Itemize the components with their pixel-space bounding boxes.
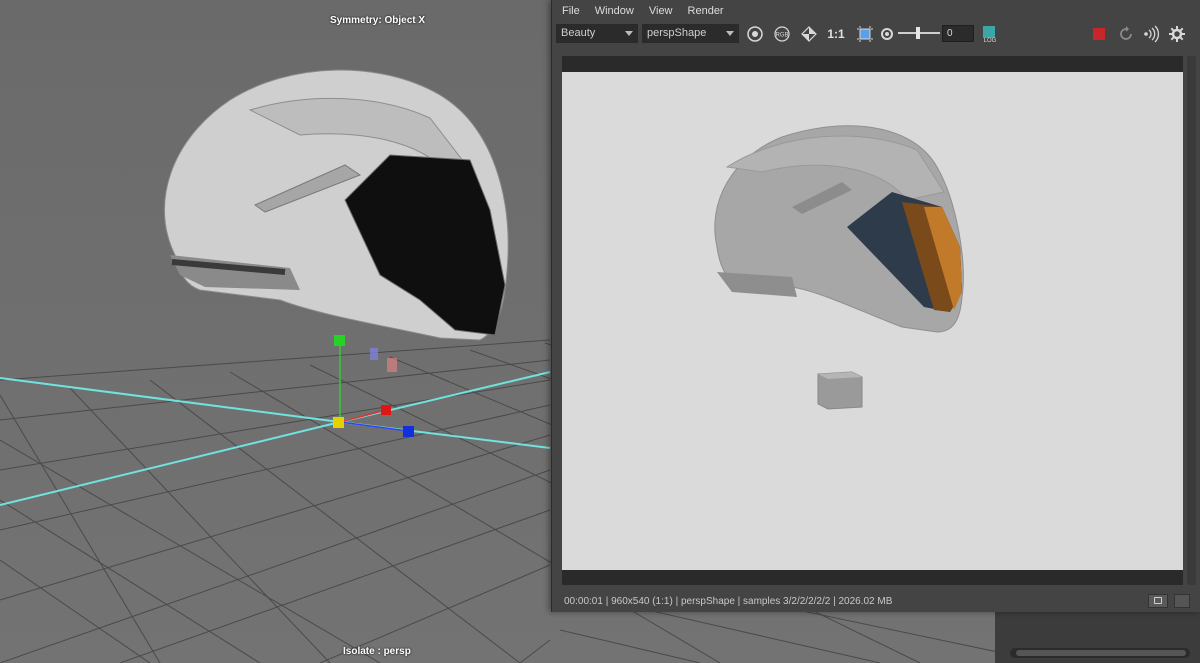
symmetry-hud-label: Symmetry: Object X: [330, 15, 426, 26]
render-status-bar: 00:00:01 | 960x540 (1:1) | perspShape | …: [552, 590, 1200, 612]
svg-text:RGB: RGB: [775, 33, 788, 39]
rgb-channel-icon[interactable]: RGB: [773, 25, 791, 43]
stop-render-icon[interactable]: [1090, 25, 1108, 43]
log-icon[interactable]: LOG: [981, 25, 999, 43]
render-pass-dropdown[interactable]: Beauty: [556, 24, 638, 43]
rendered-scene: [714, 125, 964, 410]
render-view-vertical-scrollbar[interactable]: [1187, 56, 1196, 585]
refresh-render-icon[interactable]: [1117, 25, 1135, 43]
rendered-helmet: [714, 125, 964, 333]
z-axis-line: [0, 421, 341, 506]
chevron-down-icon: [625, 31, 633, 36]
frame-region-icon[interactable]: [856, 25, 874, 43]
render-view-window: File Window View Render Beauty perspShap…: [551, 0, 1200, 612]
menu-view[interactable]: View: [649, 5, 673, 17]
camera-value: perspShape: [647, 27, 707, 39]
snapshot-region-icon[interactable]: [800, 25, 818, 43]
menu-render[interactable]: Render: [688, 5, 724, 17]
ratio-label[interactable]: 1:1: [825, 25, 847, 43]
svg-text:LOG: LOG: [984, 38, 997, 43]
render-view-toolbar: Beauty perspShape RGB 1:1 0 LOG: [552, 22, 1200, 46]
render-image[interactable]: [562, 72, 1183, 570]
menu-file[interactable]: File: [562, 5, 580, 17]
render-status-text: 00:00:01 | 960x540 (1:1) | perspShape | …: [564, 596, 893, 607]
menu-window[interactable]: Window: [595, 5, 634, 17]
camera-icon[interactable]: [1148, 594, 1168, 608]
isolate-hud-label: Isolate : persp: [343, 646, 411, 657]
helmet-model: [164, 69, 509, 341]
display-circle-icon[interactable]: [746, 25, 764, 43]
exposure-field[interactable]: 0: [942, 25, 974, 42]
application-window: Symmetry: Object X Isolate : persp File …: [0, 0, 1200, 663]
gear-icon[interactable]: [1168, 25, 1186, 43]
chevron-down-icon: [726, 31, 734, 36]
exposure-slider-handle[interactable]: [916, 27, 920, 39]
x-axis-line: [0, 377, 341, 423]
exposure-icon[interactable]: [878, 25, 896, 43]
ipr-icon[interactable]: [1142, 25, 1160, 43]
dock-scrollbar-thumb[interactable]: [1016, 650, 1186, 656]
render-view-menubar: File Window View Render: [552, 0, 1200, 22]
camera-dropdown[interactable]: perspShape: [642, 24, 739, 43]
render-pass-value: Beauty: [561, 27, 596, 39]
rendered-cube: [817, 371, 863, 410]
panel-collapse-button[interactable]: [1174, 594, 1190, 608]
